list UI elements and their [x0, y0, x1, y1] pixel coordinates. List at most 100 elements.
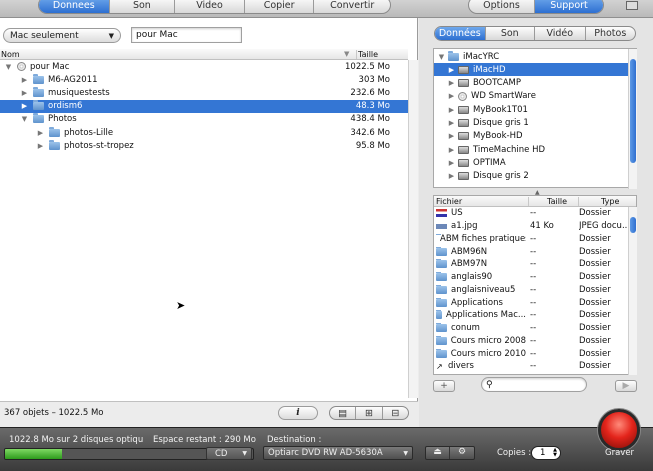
- filter-select[interactable]: Mac seulement ▼: [3, 28, 121, 43]
- browser-tabs: Données Son Vidéo Photos: [434, 26, 636, 41]
- file-row[interactable]: ↗ divers -- Dossier: [434, 360, 628, 373]
- file-row[interactable]: anglais90 -- Dossier: [434, 271, 628, 284]
- copies-stepper[interactable]: 1 ▲ ▼: [531, 446, 561, 460]
- file-name: anglais90: [451, 272, 493, 283]
- file-name: Cours micro 2010: [450, 348, 526, 359]
- volume-row[interactable]: ▶ TimeMachine HD: [434, 143, 628, 156]
- file-row[interactable]: Cours micro 2008 -- Dossier: [434, 335, 628, 348]
- file-row[interactable]: ABM97N -- Dossier: [434, 258, 628, 271]
- file-type: Dossier: [579, 361, 611, 372]
- media-select[interactable]: CD ▼: [206, 447, 252, 460]
- tab-video[interactable]: Video: [174, 0, 244, 13]
- file-row[interactable]: Applications -- Dossier: [434, 296, 628, 309]
- disclosure-closed-icon[interactable]: ▶: [447, 146, 456, 154]
- file-row[interactable]: anglaisniveau5 -- Dossier: [434, 284, 628, 297]
- file-row[interactable]: a1.jpg 41 Ko JPEG docu...: [434, 220, 628, 233]
- volume-row[interactable]: ▶ OPTIMA: [434, 156, 628, 169]
- column-header-size[interactable]: Taille: [356, 49, 378, 59]
- tree-row[interactable]: ▶ M6-AG2011 303 Mo: [0, 73, 408, 86]
- disclosure-closed-icon[interactable]: ▶: [36, 129, 45, 137]
- add-file-icon[interactable]: ⊞: [355, 407, 381, 419]
- tab-options[interactable]: Options: [469, 0, 534, 13]
- column-header-taille[interactable]: Taille: [528, 196, 578, 206]
- file-type: Dossier: [579, 208, 611, 219]
- file-name: anglaisniveau5: [451, 284, 516, 295]
- file-row[interactable]: ABM fiches pratiques -- Dossier: [434, 233, 628, 246]
- column-header-fichier[interactable]: Fichier: [436, 197, 462, 206]
- file-scroll-thumb[interactable]: [630, 217, 636, 233]
- tree-row[interactable]: ▼ pour Mac 1022.5 Mo: [0, 60, 408, 73]
- tab-video-browser[interactable]: Vidéo: [534, 27, 585, 40]
- folder-icon: [33, 100, 44, 111]
- window-resize-icon[interactable]: [626, 1, 638, 10]
- volume-row[interactable]: ▶ MyBook-HD: [434, 130, 628, 143]
- disclosure-closed-icon[interactable]: ▶: [20, 89, 29, 97]
- burn-button[interactable]: [598, 409, 640, 451]
- disclosure-closed-icon[interactable]: ▶: [447, 66, 456, 74]
- disclosure-open-icon[interactable]: ▼: [20, 115, 29, 123]
- capacity-bar-fill: [5, 449, 63, 459]
- volume-scroll-thumb[interactable]: [630, 59, 636, 163]
- tree-row[interactable]: ▶ ordism6 48.3 Mo: [0, 99, 408, 113]
- tab-donnees[interactable]: Donnees: [39, 0, 109, 13]
- volume-row[interactable]: ▶ WD SmartWare: [434, 90, 628, 103]
- remove-file-icon[interactable]: ⊟: [381, 407, 408, 419]
- disclosure-closed-icon[interactable]: ▶: [447, 79, 456, 87]
- folder-icon: [436, 284, 447, 294]
- left-scrollbar[interactable]: [408, 60, 418, 398]
- volume-row[interactable]: ▶ MyBook1T01: [434, 103, 628, 116]
- info-button[interactable]: i: [278, 406, 318, 420]
- add-button[interactable]: +: [433, 380, 455, 392]
- volume-row[interactable]: ▼ iMacYRC: [434, 50, 628, 63]
- tab-copier[interactable]: Copier: [243, 0, 314, 13]
- tab-son-browser[interactable]: Son: [484, 27, 535, 40]
- disclosure-open-icon[interactable]: ▼: [4, 63, 13, 71]
- disclosure-closed-icon[interactable]: ▶: [36, 142, 45, 150]
- tab-photos-browser[interactable]: Photos: [584, 27, 636, 40]
- volume-row[interactable]: ▶ iMacHD: [434, 63, 628, 77]
- file-row[interactable]: conum -- Dossier: [434, 322, 628, 335]
- tab-support[interactable]: Support: [534, 0, 603, 13]
- file-row[interactable]: Cours micro 2010 -- Dossier: [434, 347, 628, 360]
- file-name: ABM fiches pratiques: [440, 233, 526, 244]
- disclosure-closed-icon[interactable]: ▶: [20, 76, 29, 84]
- file-type: Dossier: [579, 323, 611, 334]
- destination-select[interactable]: Optiarc DVD RW AD-5630A ▼: [263, 446, 413, 460]
- tab-son[interactable]: Son: [108, 0, 175, 13]
- volume-row[interactable]: ▶ Disque gris 2: [434, 170, 628, 183]
- tree-row[interactable]: ▼ Photos 438.4 Mo: [0, 113, 408, 126]
- disclosure-open-icon[interactable]: ▼: [437, 53, 446, 61]
- disclosure-closed-icon[interactable]: ▶: [20, 102, 29, 110]
- tree-row[interactable]: ▶ photos-Lille 342.6 Mo: [0, 126, 408, 139]
- disclosure-closed-icon[interactable]: ▶: [447, 106, 456, 114]
- source-pane: Mac seulement ▼ pour Mac Nom ▼ Taille ▼ p…: [0, 18, 418, 427]
- file-scrollbar[interactable]: [628, 207, 637, 375]
- new-folder-icon[interactable]: ▤: [330, 407, 355, 419]
- gear-icon[interactable]: ⚙: [450, 447, 474, 459]
- column-header-name[interactable]: Nom: [1, 50, 20, 59]
- file-row[interactable]: US -- Dossier: [434, 207, 628, 220]
- disclosure-closed-icon[interactable]: ▶: [447, 172, 456, 180]
- tree-row[interactable]: ▶ photos-st-tropez 95.8 Mo: [0, 139, 408, 152]
- disclosure-closed-icon[interactable]: ▶: [447, 119, 456, 127]
- eject-icon[interactable]: ⏏: [426, 447, 451, 459]
- tab-donnees-browser[interactable]: Données: [435, 27, 485, 40]
- file-actions: ▤ ⊞ ⊟: [329, 406, 409, 420]
- tree-row[interactable]: ▶ musiquestests 232.6 Mo: [0, 86, 408, 99]
- volume-scrollbar[interactable]: [628, 49, 637, 189]
- file-size: --: [530, 272, 537, 283]
- volume-row[interactable]: ▶ BOOTCAMP: [434, 77, 628, 90]
- volume-row[interactable]: ▶ Disque gris 1: [434, 117, 628, 130]
- search-input[interactable]: pour Mac: [131, 27, 242, 43]
- disclosure-closed-icon[interactable]: ▶: [447, 159, 456, 167]
- copies-value: 1: [540, 448, 546, 458]
- column-header-type[interactable]: Type: [578, 196, 628, 206]
- tab-convertir[interactable]: Convertir: [313, 0, 390, 13]
- forward-button[interactable]: ▶: [615, 380, 637, 392]
- file-type: JPEG docu...: [579, 221, 628, 232]
- file-row[interactable]: ABM96N -- Dossier: [434, 245, 628, 258]
- file-row[interactable]: Applications Mac... -- Dossier: [434, 309, 628, 322]
- disclosure-closed-icon[interactable]: ▶: [447, 92, 456, 100]
- file-search-input[interactable]: ⚲: [481, 377, 587, 392]
- disclosure-closed-icon[interactable]: ▶: [447, 132, 456, 140]
